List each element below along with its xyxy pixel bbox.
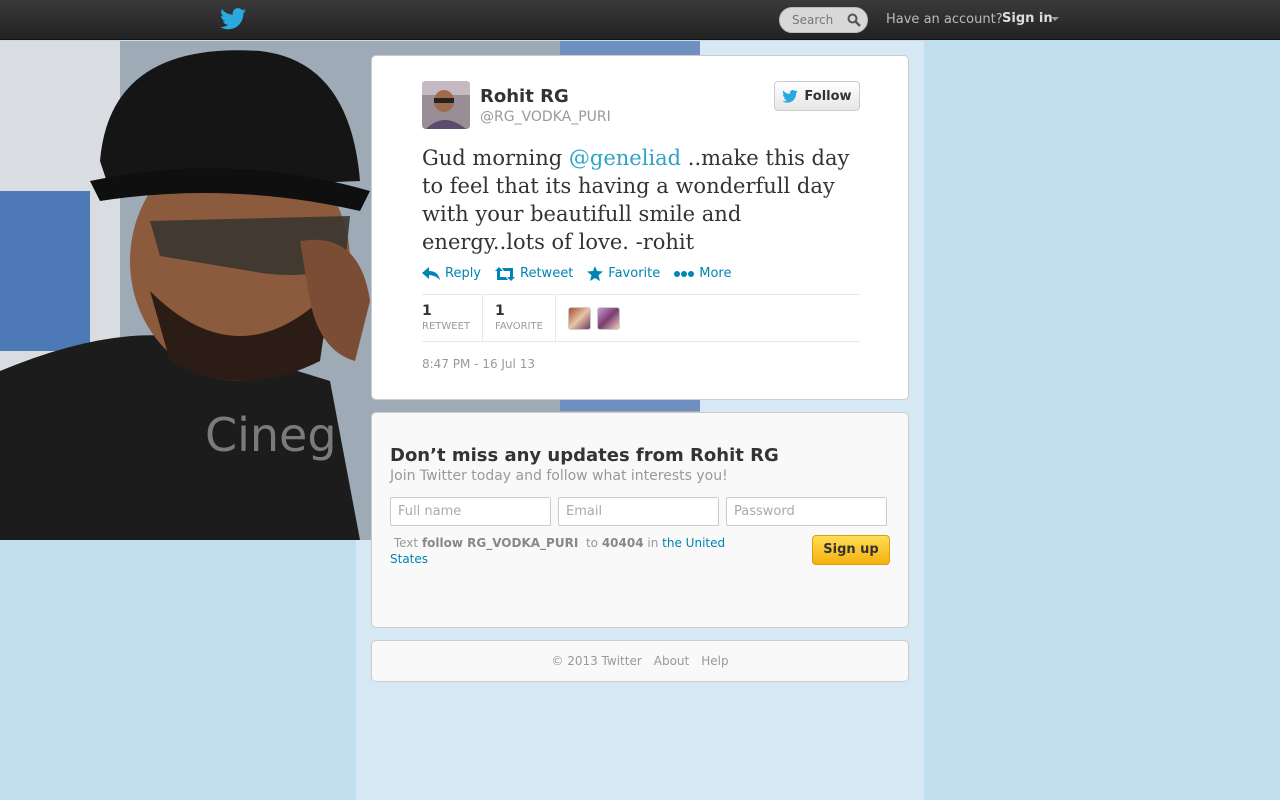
- user-name[interactable]: Rohit RG: [480, 86, 569, 107]
- engager-avatar[interactable]: [596, 307, 620, 330]
- follow-label: Follow: [804, 88, 852, 104]
- search-input[interactable]: Search: [792, 13, 833, 27]
- engager-avatar[interactable]: [567, 307, 591, 330]
- tweet-stats: 1 RETWEET 1 FAVORITE: [422, 294, 620, 341]
- favorite-stat[interactable]: 1 FAVORITE: [495, 294, 556, 341]
- retweet-button[interactable]: Retweet: [495, 266, 573, 281]
- twitter-bird-icon: [782, 89, 799, 103]
- favorite-stat-label: FAVORITE: [495, 321, 543, 332]
- retweet-icon: [495, 266, 516, 281]
- favorite-button[interactable]: Favorite: [587, 266, 660, 281]
- star-icon: [587, 266, 604, 281]
- signup-subtitle: Join Twitter today and follow what inter…: [390, 468, 728, 484]
- avatar[interactable]: [422, 81, 470, 129]
- search-icon[interactable]: [847, 13, 861, 27]
- retweet-stat-label: RETWEET: [422, 321, 471, 332]
- about-link[interactable]: About: [654, 654, 689, 668]
- footer: © 2013 Twitter About Help: [371, 640, 909, 682]
- sms-number: 40404: [601, 536, 644, 550]
- search-box[interactable]: Search: [779, 7, 868, 33]
- more-label: More: [699, 266, 732, 281]
- copyright-text: © 2013 Twitter: [551, 654, 642, 668]
- signup-title: Don’t miss any updates from Rohit RG: [390, 445, 779, 466]
- tweet-actions: Reply Retweet Favorite More: [422, 266, 731, 281]
- email-field[interactable]: Email: [558, 497, 719, 526]
- mention-link[interactable]: @geneliad: [569, 146, 681, 170]
- retweet-label: Retweet: [520, 266, 574, 281]
- more-dots-icon: [674, 270, 695, 277]
- tweet-text: Gud morning @geneliad ..make this day to…: [422, 144, 867, 256]
- sms-text-label: Text: [393, 536, 419, 550]
- retweet-count: 1: [422, 303, 432, 319]
- sms-follow-text: Text follow RG_VODKA_PURI to 40404 in th…: [390, 535, 750, 567]
- favorite-label: Favorite: [608, 266, 661, 281]
- more-button[interactable]: More: [674, 266, 731, 281]
- have-account-text: Have an account?: [886, 12, 1003, 27]
- tweet-card: Rohit RG @RG_VODKA_PURI Follow Gud morni…: [371, 55, 909, 400]
- full-name-field[interactable]: Full name: [390, 497, 551, 526]
- sign-up-button[interactable]: Sign up: [812, 535, 890, 565]
- help-link[interactable]: Help: [701, 654, 728, 668]
- reply-label: Reply: [445, 266, 482, 281]
- twitter-bird-icon[interactable]: [220, 8, 246, 30]
- reply-icon: [422, 266, 440, 280]
- signup-card: Don’t miss any updates from Rohit RG Joi…: [371, 412, 909, 628]
- svg-text:Cineg: Cineg: [205, 408, 337, 462]
- user-handle[interactable]: @RG_VODKA_PURI: [480, 109, 611, 125]
- sms-command: follow RG_VODKA_PURI: [421, 536, 579, 550]
- sms-to: to: [585, 536, 598, 550]
- password-field[interactable]: Password: [726, 497, 887, 526]
- sms-in: in: [647, 536, 659, 550]
- top-bar: Search Have an account? Sign in: [0, 0, 1280, 40]
- sign-in-link[interactable]: Sign in: [1002, 11, 1053, 26]
- chevron-down-icon[interactable]: [1051, 17, 1059, 21]
- retweet-stat[interactable]: 1 RETWEET: [422, 294, 484, 341]
- favorite-count: 1: [495, 303, 505, 319]
- engager-avatars: [567, 294, 620, 341]
- tweet-text-start: Gud morning: [422, 146, 569, 170]
- divider: [422, 341, 860, 342]
- tweet-timestamp[interactable]: 8:47 PM - 16 Jul 13: [422, 357, 535, 371]
- reply-button[interactable]: Reply: [422, 266, 481, 281]
- follow-button[interactable]: Follow: [774, 81, 860, 111]
